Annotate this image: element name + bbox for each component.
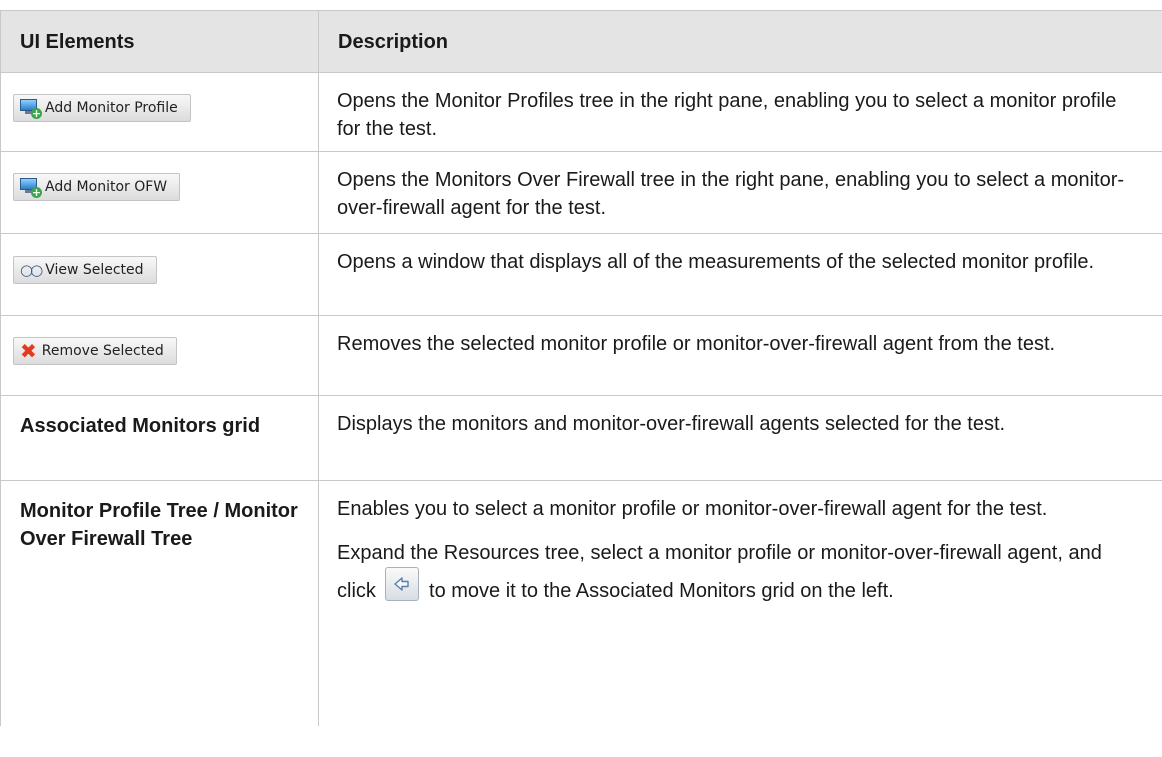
add-monitor-icon: + xyxy=(20,178,42,198)
ui-element-label: Monitor Profile Tree / Monitor Over Fire… xyxy=(0,480,319,726)
table-row: + Add Monitor Profile Opens the Monitor … xyxy=(0,72,1162,152)
description-cell: Opens the Monitors Over Firewall tree in… xyxy=(318,151,1162,234)
table-row: ✖ Remove Selected Removes the selected m… xyxy=(0,315,1162,396)
table-row: Associated Monitors grid Displays the mo… xyxy=(0,395,1162,481)
description-cell: Opens a window that displays all of the … xyxy=(318,233,1162,316)
ui-element-cell: + Add Monitor Profile xyxy=(0,72,319,152)
ui-elements-table: UI Elements Description + Add Monitor Pr… xyxy=(0,10,1162,726)
description-text-after: to move it to the Associated Monitors gr… xyxy=(429,580,894,602)
button-label: Add Monitor OFW xyxy=(45,179,168,195)
button-label: View Selected xyxy=(45,262,144,278)
add-monitor-ofw-button[interactable]: + Add Monitor OFW xyxy=(13,173,181,201)
description-paragraph: Enables you to select a monitor profile … xyxy=(337,498,1048,520)
ui-element-label: Associated Monitors grid xyxy=(0,395,319,481)
table-row: ○○ View Selected Opens a window that dis… xyxy=(0,233,1162,316)
remove-selected-button[interactable]: ✖ Remove Selected xyxy=(13,337,177,365)
description-cell: Displays the monitors and monitor-over-f… xyxy=(318,395,1162,481)
description-cell: Enables you to select a monitor profile … xyxy=(318,480,1162,726)
glasses-icon: ○○ xyxy=(20,261,43,279)
header-description: Description xyxy=(318,10,1162,73)
button-label: Remove Selected xyxy=(41,343,164,359)
add-monitor-icon: + xyxy=(20,99,42,119)
table-row: + Add Monitor OFW Opens the Monitors Ove… xyxy=(0,151,1162,234)
table-header-row: UI Elements Description xyxy=(0,10,1162,73)
left-arrow-icon[interactable] xyxy=(385,567,420,601)
ui-element-cell: ✖ Remove Selected xyxy=(0,315,319,396)
ui-element-cell: + Add Monitor OFW xyxy=(0,151,319,234)
ui-element-cell: ○○ View Selected xyxy=(0,233,319,316)
description-cell: Removes the selected monitor profile or … xyxy=(318,315,1162,396)
description-cell: Opens the Monitor Profiles tree in the r… xyxy=(318,72,1162,152)
view-selected-button[interactable]: ○○ View Selected xyxy=(13,256,157,284)
add-monitor-profile-button[interactable]: + Add Monitor Profile xyxy=(13,94,191,122)
table-row: Monitor Profile Tree / Monitor Over Fire… xyxy=(0,480,1162,726)
red-x-icon: ✖ xyxy=(20,339,37,363)
button-label: Add Monitor Profile xyxy=(45,100,178,116)
header-ui-elements: UI Elements xyxy=(0,10,319,73)
description-paragraph-2: Expand the Resources tree, select a moni… xyxy=(337,539,1142,605)
